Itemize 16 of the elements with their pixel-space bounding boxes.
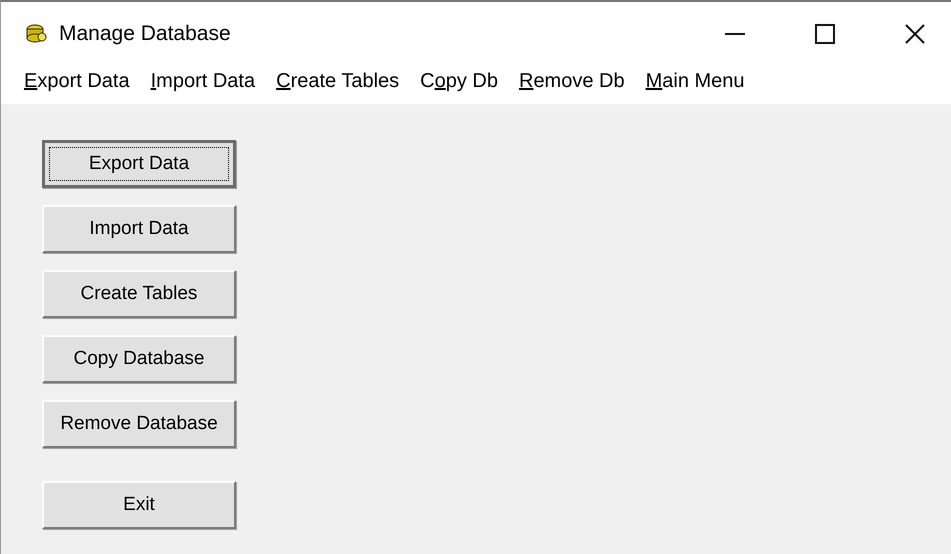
form-button[interactable]: Create Tables [42, 270, 236, 318]
form-button[interactable]: Copy Database [42, 335, 236, 383]
menu-item[interactable]: Export Data [24, 66, 130, 93]
form-button[interactable]: Import Data [42, 205, 236, 253]
window-title: Manage Database [59, 22, 231, 46]
database-icon [25, 24, 47, 44]
close-icon[interactable] [905, 24, 925, 44]
form-button[interactable]: Export Data [42, 140, 236, 188]
menu-item[interactable]: Create Tables [276, 66, 400, 93]
form-button[interactable]: Remove Database [42, 400, 236, 448]
maximize-icon[interactable] [815, 24, 835, 44]
menu-item[interactable]: Main Menu [646, 66, 745, 93]
menu-item[interactable]: Import Data [150, 66, 256, 93]
form-button[interactable]: Exit [42, 481, 236, 529]
menu-item[interactable]: Remove Db [518, 66, 625, 93]
menu-item[interactable]: Copy Db [420, 66, 498, 93]
